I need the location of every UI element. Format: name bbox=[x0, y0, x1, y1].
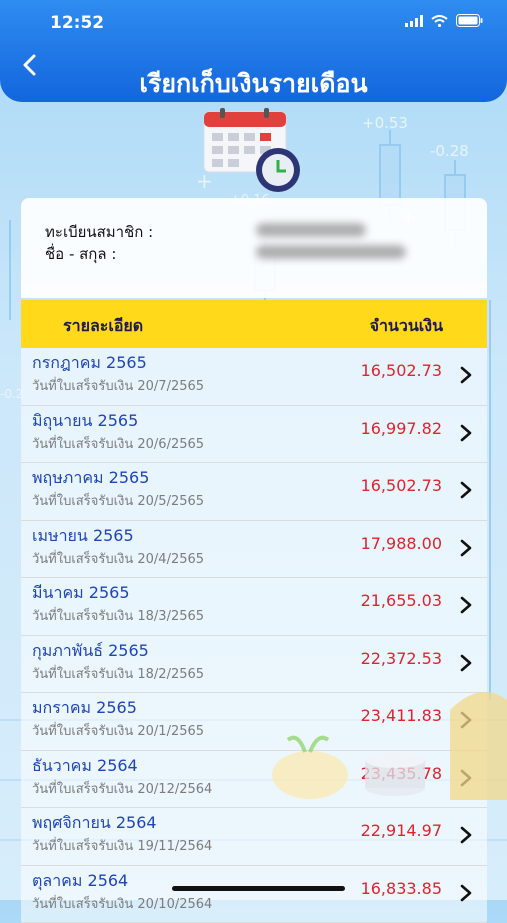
chevron-right-icon bbox=[459, 595, 473, 615]
row-month: มิถุนายน 2565 bbox=[32, 409, 138, 434]
row-amount: 16,997.82 bbox=[361, 419, 442, 438]
billing-row[interactable]: กรกฎาคม 2565 วันที่ใบเสร็จรับเงิน 20/7/2… bbox=[21, 348, 487, 406]
battery-icon bbox=[456, 14, 483, 27]
chevron-right-icon bbox=[459, 423, 473, 443]
row-month: มีนาคม 2565 bbox=[32, 581, 130, 606]
row-month: กุมภาพันธ์ 2565 bbox=[32, 639, 149, 664]
row-amount: 23,435.78 bbox=[361, 764, 442, 783]
row-month: ธันวาคม 2564 bbox=[32, 754, 138, 779]
row-month: พฤษภาคม 2565 bbox=[32, 466, 149, 491]
member-id-label: ทะเบียนสมาชิก : bbox=[45, 220, 153, 244]
column-detail-header: รายละเอียด bbox=[63, 314, 143, 339]
row-amount: 16,502.73 bbox=[361, 476, 442, 495]
table-header: รายละเอียด จำนวนเงิน bbox=[21, 300, 487, 348]
row-amount: 16,502.73 bbox=[361, 361, 442, 380]
row-amount: 22,914.97 bbox=[361, 821, 442, 840]
member-name-label: ชื่อ - สกุล : bbox=[45, 242, 116, 266]
billing-row[interactable]: กุมภาพันธ์ 2565 วันที่ใบเสร็จรับเงิน 18/… bbox=[21, 636, 487, 694]
row-amount: 16,833.85 bbox=[361, 879, 442, 898]
chevron-right-icon bbox=[459, 480, 473, 500]
row-month: เมษายน 2565 bbox=[32, 524, 134, 549]
home-indicator bbox=[172, 886, 345, 891]
row-amount: 23,411.83 bbox=[361, 706, 442, 725]
column-amount-header: จำนวนเงิน bbox=[370, 314, 443, 339]
billing-row[interactable]: มิถุนายน 2565 วันที่ใบเสร็จรับเงิน 20/6/… bbox=[21, 406, 487, 464]
wifi-icon bbox=[431, 15, 448, 27]
status-bar: 12:52 bbox=[0, 0, 507, 48]
row-amount: 22,372.53 bbox=[361, 649, 442, 668]
ticker-2: -0.28 bbox=[430, 142, 469, 160]
row-receipt-date: วันที่ใบเสร็จรับเงิน 20/4/2565 bbox=[32, 548, 204, 569]
row-month: กรกฎาคม 2565 bbox=[32, 351, 147, 376]
row-receipt-date: วันที่ใบเสร็จรับเงิน 18/3/2565 bbox=[32, 605, 204, 626]
calendar-clock-icon bbox=[200, 108, 310, 198]
billing-row[interactable]: พฤษภาคม 2565 วันที่ใบเสร็จรับเงิน 20/5/2… bbox=[21, 463, 487, 521]
ticker-1: +0.53 bbox=[362, 114, 408, 132]
member-info-card: ทะเบียนสมาชิก : ชื่อ - สกุล : bbox=[21, 198, 487, 298]
member-id-value-redacted bbox=[256, 223, 366, 237]
ticker-4: -0.2 bbox=[0, 387, 23, 401]
row-receipt-date: วันที่ใบเสร็จรับเงิน 20/5/2565 bbox=[32, 490, 204, 511]
chevron-right-icon bbox=[459, 710, 473, 730]
member-name-value-redacted bbox=[256, 245, 406, 259]
row-receipt-date: วันที่ใบเสร็จรับเงิน 18/2/2565 bbox=[32, 663, 204, 684]
row-month: ตุลาคม 2564 bbox=[32, 869, 128, 894]
chevron-right-icon bbox=[459, 538, 473, 558]
page-title: เรียกเก็บเงินรายเดือน bbox=[0, 64, 507, 104]
chevron-right-icon bbox=[459, 825, 473, 845]
row-receipt-date: วันที่ใบเสร็จรับเงิน 20/7/2565 bbox=[32, 375, 204, 396]
chevron-right-icon bbox=[459, 653, 473, 673]
row-month: พฤศจิกายน 2564 bbox=[32, 811, 157, 836]
billing-row[interactable]: พฤศจิกายน 2564 วันที่ใบเสร็จรับเงิน 19/1… bbox=[21, 808, 487, 866]
billing-row[interactable]: ตุลาคม 2564 วันที่ใบเสร็จรับเงิน 20/10/2… bbox=[21, 866, 487, 923]
row-amount: 21,655.03 bbox=[361, 591, 442, 610]
billing-row[interactable]: มีนาคม 2565 วันที่ใบเสร็จรับเงิน 18/3/25… bbox=[21, 578, 487, 636]
row-month: มกราคม 2565 bbox=[32, 696, 137, 721]
row-receipt-date: วันที่ใบเสร็จรับเงิน 20/12/2564 bbox=[32, 778, 212, 799]
row-amount: 17,988.00 bbox=[361, 534, 442, 553]
billing-row[interactable]: เมษายน 2565 วันที่ใบเสร็จรับเงิน 20/4/25… bbox=[21, 521, 487, 579]
row-receipt-date: วันที่ใบเสร็จรับเงิน 20/6/2565 bbox=[32, 433, 204, 454]
signal-icon bbox=[405, 15, 423, 27]
row-receipt-date: วันที่ใบเสร็จรับเงิน 20/10/2564 bbox=[32, 893, 212, 914]
billing-row[interactable]: มกราคม 2565 วันที่ใบเสร็จรับเงิน 20/1/25… bbox=[21, 693, 487, 751]
chevron-right-icon bbox=[459, 365, 473, 385]
status-time: 12:52 bbox=[50, 13, 104, 33]
chevron-right-icon bbox=[459, 768, 473, 788]
row-receipt-date: วันที่ใบเสร็จรับเงิน 19/11/2564 bbox=[32, 835, 212, 856]
billing-row[interactable]: ธันวาคม 2564 วันที่ใบเสร็จรับเงิน 20/12/… bbox=[21, 751, 487, 809]
row-receipt-date: วันที่ใบเสร็จรับเงิน 20/1/2565 bbox=[32, 720, 204, 741]
billing-list: กรกฎาคม 2565 วันที่ใบเสร็จรับเงิน 20/7/2… bbox=[21, 348, 487, 923]
